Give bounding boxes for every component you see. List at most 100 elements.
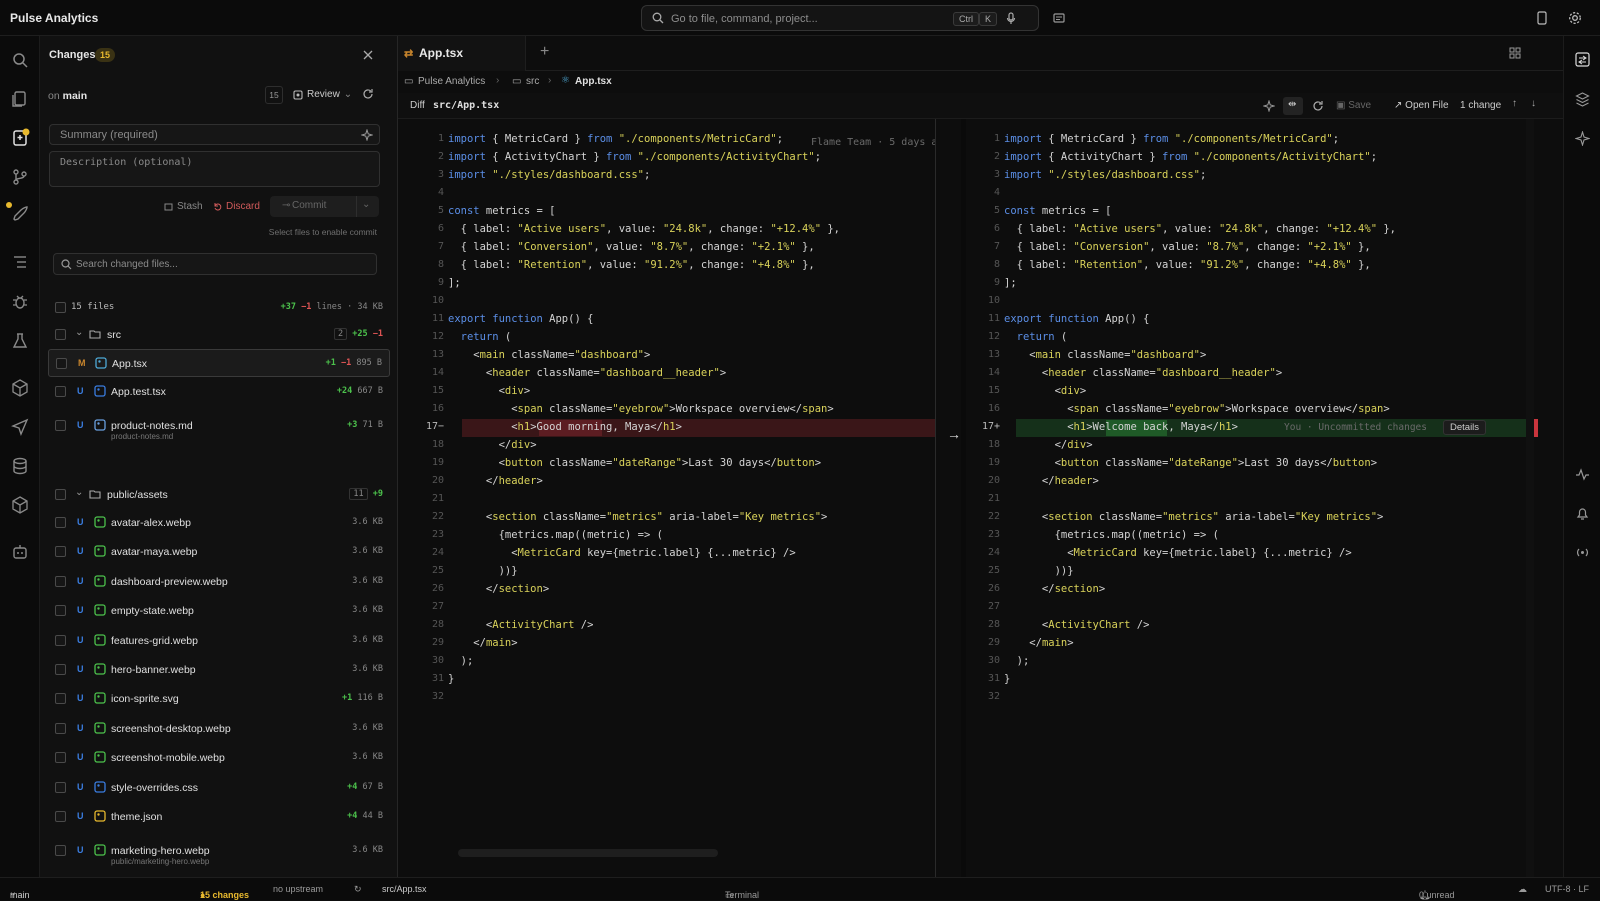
bug-icon[interactable] bbox=[10, 292, 30, 312]
description-input[interactable]: Description (optional) bbox=[49, 151, 380, 187]
code-line[interactable]: </section> bbox=[1004, 583, 1105, 595]
code-line[interactable]: </main> bbox=[448, 637, 517, 649]
code-line[interactable]: <span className="eyebrow">Workspace over… bbox=[1004, 403, 1389, 415]
code-line[interactable]: import { ActivityChart } from "./compone… bbox=[1004, 151, 1377, 163]
code-line[interactable]: import { ActivityChart } from "./compone… bbox=[448, 151, 821, 163]
summary-input[interactable]: Summary (required) bbox=[49, 124, 380, 145]
file-row[interactable]: Umarketing-hero.webp public/marketing-her… bbox=[48, 837, 390, 871]
file-row[interactable]: Uproduct-notes.md product-notes.md +3 71 B bbox=[48, 412, 390, 446]
flask-icon[interactable] bbox=[10, 331, 30, 351]
folder-checkbox[interactable] bbox=[55, 329, 66, 340]
code-line[interactable]: </div> bbox=[448, 439, 537, 451]
code-line[interactable]: ); bbox=[448, 655, 474, 667]
search-icon[interactable] bbox=[10, 50, 30, 70]
refresh-icon[interactable] bbox=[362, 88, 374, 100]
breadcrumb-file[interactable]: App.tsx bbox=[575, 76, 612, 87]
file-checkbox[interactable] bbox=[55, 420, 66, 431]
new-tab-plus-icon[interactable]: + bbox=[540, 43, 549, 61]
file-checkbox[interactable] bbox=[55, 781, 66, 793]
microphone-icon[interactable] bbox=[1006, 12, 1016, 25]
file-row[interactable]: Uavatar-alex.webp 3.6 KB bbox=[48, 509, 390, 537]
code-line[interactable]: <span className="eyebrow">Workspace over… bbox=[448, 403, 833, 415]
discard-button[interactable]: Discard bbox=[213, 201, 260, 212]
cube-icon[interactable] bbox=[10, 495, 30, 515]
command-palette-input[interactable]: Go to file, command, project... Ctrl K bbox=[641, 5, 1039, 31]
tab-app-tsx[interactable]: ⇄ App.tsx bbox=[398, 36, 526, 71]
code-line[interactable]: </header> bbox=[448, 475, 543, 487]
code-line[interactable]: ))} bbox=[448, 565, 518, 577]
robot-icon[interactable] bbox=[10, 542, 30, 562]
file-row[interactable]: Ustyle-overrides.css +4 67 B bbox=[48, 774, 390, 802]
select-all-checkbox[interactable] bbox=[55, 302, 66, 313]
code-line[interactable]: { label: "Retention", value: "91.2%", ch… bbox=[1004, 259, 1371, 271]
file-checkbox[interactable] bbox=[55, 386, 66, 397]
folder-checkbox[interactable] bbox=[55, 489, 66, 500]
branch-icon[interactable] bbox=[10, 167, 30, 187]
code-line[interactable]: {metrics.map((metric) => ( bbox=[448, 529, 663, 541]
file-row[interactable]: M App.tsx +1 −1 895 B bbox=[48, 349, 390, 377]
code-line[interactable]: <button className="dateRange">Last 30 da… bbox=[448, 457, 821, 469]
sync-icon[interactable]: ↻ bbox=[354, 884, 362, 895]
folder-row-src[interactable]: ⌄ src 2 +25 −1 bbox=[48, 321, 390, 349]
code-line[interactable]: ); bbox=[1004, 655, 1030, 667]
diff-pane-modified[interactable]: You · Uncommitted changes Details 1 impor… bbox=[966, 119, 1563, 877]
code-line[interactable]: import { MetricCard } from "./components… bbox=[1004, 133, 1339, 145]
close-icon[interactable] bbox=[363, 50, 373, 60]
side-by-side-toggle[interactable]: ⇹ bbox=[1283, 97, 1303, 115]
file-row[interactable]: U App.test.tsx +24 667 B bbox=[48, 378, 390, 406]
code-line[interactable]: <main className="dashboard"> bbox=[1004, 349, 1206, 361]
file-checkbox[interactable] bbox=[55, 752, 66, 764]
code-line[interactable]: <ActivityChart /> bbox=[1004, 619, 1150, 631]
code-line[interactable]: </div> bbox=[1004, 439, 1093, 451]
chevron-down-icon[interactable]: ⌄ bbox=[75, 487, 83, 498]
code-line[interactable]: <button className="dateRange">Last 30 da… bbox=[1004, 457, 1377, 469]
code-line[interactable]: ))} bbox=[1004, 565, 1074, 577]
diff-view-icon[interactable] bbox=[1575, 52, 1590, 67]
outline-icon[interactable] bbox=[10, 252, 30, 272]
code-line[interactable]: </section> bbox=[448, 583, 549, 595]
code-line[interactable]: <div> bbox=[448, 385, 531, 397]
code-line[interactable]: <div> bbox=[1004, 385, 1087, 397]
file-checkbox[interactable] bbox=[55, 811, 66, 822]
open-file-button[interactable]: ↗ Open File bbox=[1394, 100, 1449, 111]
file-checkbox[interactable] bbox=[55, 575, 66, 587]
code-line[interactable]: import "./styles/dashboard.css"; bbox=[1004, 169, 1206, 181]
device-icon[interactable] bbox=[1536, 11, 1548, 25]
bell-icon[interactable] bbox=[1575, 506, 1590, 521]
code-line[interactable]: </main> bbox=[1004, 637, 1073, 649]
code-line[interactable]: return ( bbox=[448, 331, 512, 343]
file-row[interactable]: Udashboard-preview.webp 3.6 KB bbox=[48, 568, 390, 596]
previous-change-arrow-icon[interactable]: ↑ bbox=[1512, 98, 1517, 109]
cloud-icon[interactable]: ☁ bbox=[1518, 884, 1527, 895]
file-row[interactable]: Uscreenshot-desktop.webp 3.6 KB bbox=[48, 715, 390, 743]
revert-change-arrow-icon[interactable]: → bbox=[947, 426, 961, 442]
save-button[interactable]: ▣ Save bbox=[1336, 100, 1371, 111]
code-line[interactable]: import "./styles/dashboard.css"; bbox=[448, 169, 650, 181]
code-line[interactable]: ]; bbox=[1004, 277, 1017, 289]
code-line[interactable]: export function App() { bbox=[1004, 313, 1149, 325]
sparkle-icon[interactable] bbox=[1575, 131, 1590, 146]
file-checkbox[interactable] bbox=[55, 664, 66, 675]
sparkle-icon[interactable] bbox=[361, 129, 373, 141]
file-checkbox[interactable] bbox=[55, 517, 66, 528]
activity-pulse-icon[interactable] bbox=[1575, 467, 1590, 482]
send-icon[interactable] bbox=[10, 417, 30, 437]
code-line[interactable]: <h1>Welcome back, Maya</h1> bbox=[1004, 421, 1238, 433]
layout-grid-icon[interactable] bbox=[1509, 47, 1521, 59]
file-checkbox[interactable] bbox=[55, 693, 66, 705]
package-icon[interactable] bbox=[10, 378, 30, 398]
next-change-arrow-icon[interactable]: ↓ bbox=[1531, 98, 1536, 109]
layers-icon[interactable] bbox=[1575, 92, 1590, 107]
code-line[interactable]: } bbox=[1004, 673, 1010, 685]
folder-row-public-assets[interactable]: ⌄ public/assets 11 +9 bbox=[48, 481, 390, 509]
code-line[interactable]: { label: "Conversion", value: "8.7%", ch… bbox=[1004, 241, 1371, 253]
vertical-scrollbar[interactable] bbox=[1526, 119, 1534, 877]
code-line[interactable]: <header className="dashboard__header"> bbox=[1004, 367, 1282, 379]
horizontal-scrollbar[interactable] bbox=[458, 849, 718, 857]
file-row[interactable]: Uempty-state.webp 3.6 KB bbox=[48, 597, 390, 625]
chevron-down-icon[interactable]: ⌄ bbox=[75, 327, 83, 338]
code-line[interactable]: { label: "Active users", value: "24.8k",… bbox=[448, 223, 840, 235]
breadcrumb-project[interactable]: Pulse Analytics bbox=[418, 76, 485, 87]
file-checkbox[interactable] bbox=[55, 845, 66, 857]
code-line[interactable]: <MetricCard key={metric.label} {...metri… bbox=[448, 547, 796, 559]
